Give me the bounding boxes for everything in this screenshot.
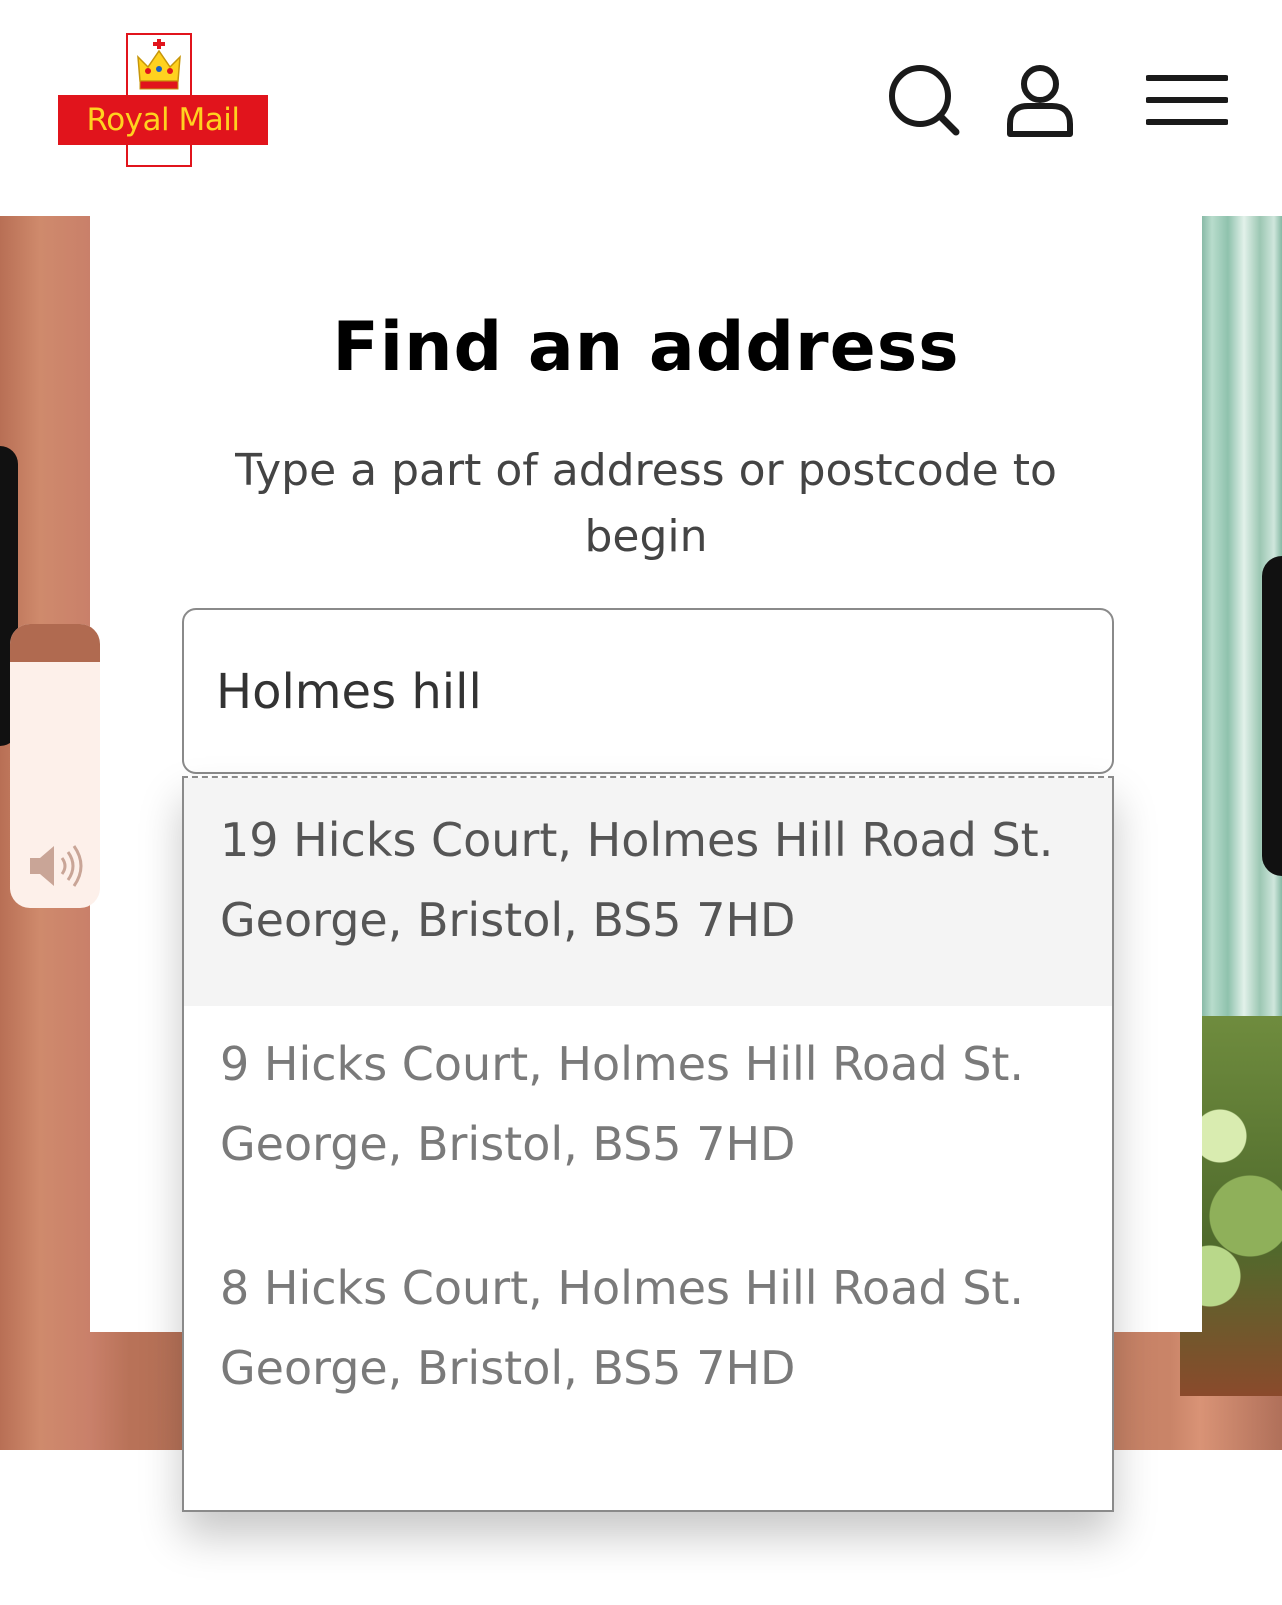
address-suggestions-list: 19 Hicks Court, Holmes Hill Road St. Geo…	[182, 776, 1114, 1512]
crown-icon	[137, 39, 181, 90]
page-subtitle: Type a part of address or postcode to be…	[235, 445, 1057, 562]
text-to-speech-tab[interactable]	[10, 624, 100, 908]
suggestion-item[interactable]: 9 Hicks Court, Holmes Hill Road St. Geor…	[184, 1002, 1112, 1230]
page-title: Find an address	[332, 308, 960, 387]
suggestion-item[interactable]: 8 Hicks Court, Holmes Hill Road St. Geor…	[184, 1226, 1112, 1454]
tab-cap	[10, 624, 100, 662]
background-shadow-right	[1262, 556, 1282, 876]
royal-mail-logo[interactable]: Royal Mail	[58, 33, 268, 171]
menu-icon[interactable]	[1145, 62, 1229, 138]
address-search-input[interactable]	[214, 610, 1078, 774]
suggestion-item[interactable]: 19 Hicks Court, Holmes Hill Road St. Geo…	[184, 778, 1112, 1006]
account-icon[interactable]	[1002, 62, 1078, 138]
logo-wordmark: Royal Mail	[86, 102, 240, 138]
site-header: Royal Mail	[0, 0, 1282, 216]
address-search-field[interactable]	[182, 608, 1114, 774]
search-icon[interactable]	[886, 62, 962, 138]
speaker-icon	[30, 845, 83, 887]
